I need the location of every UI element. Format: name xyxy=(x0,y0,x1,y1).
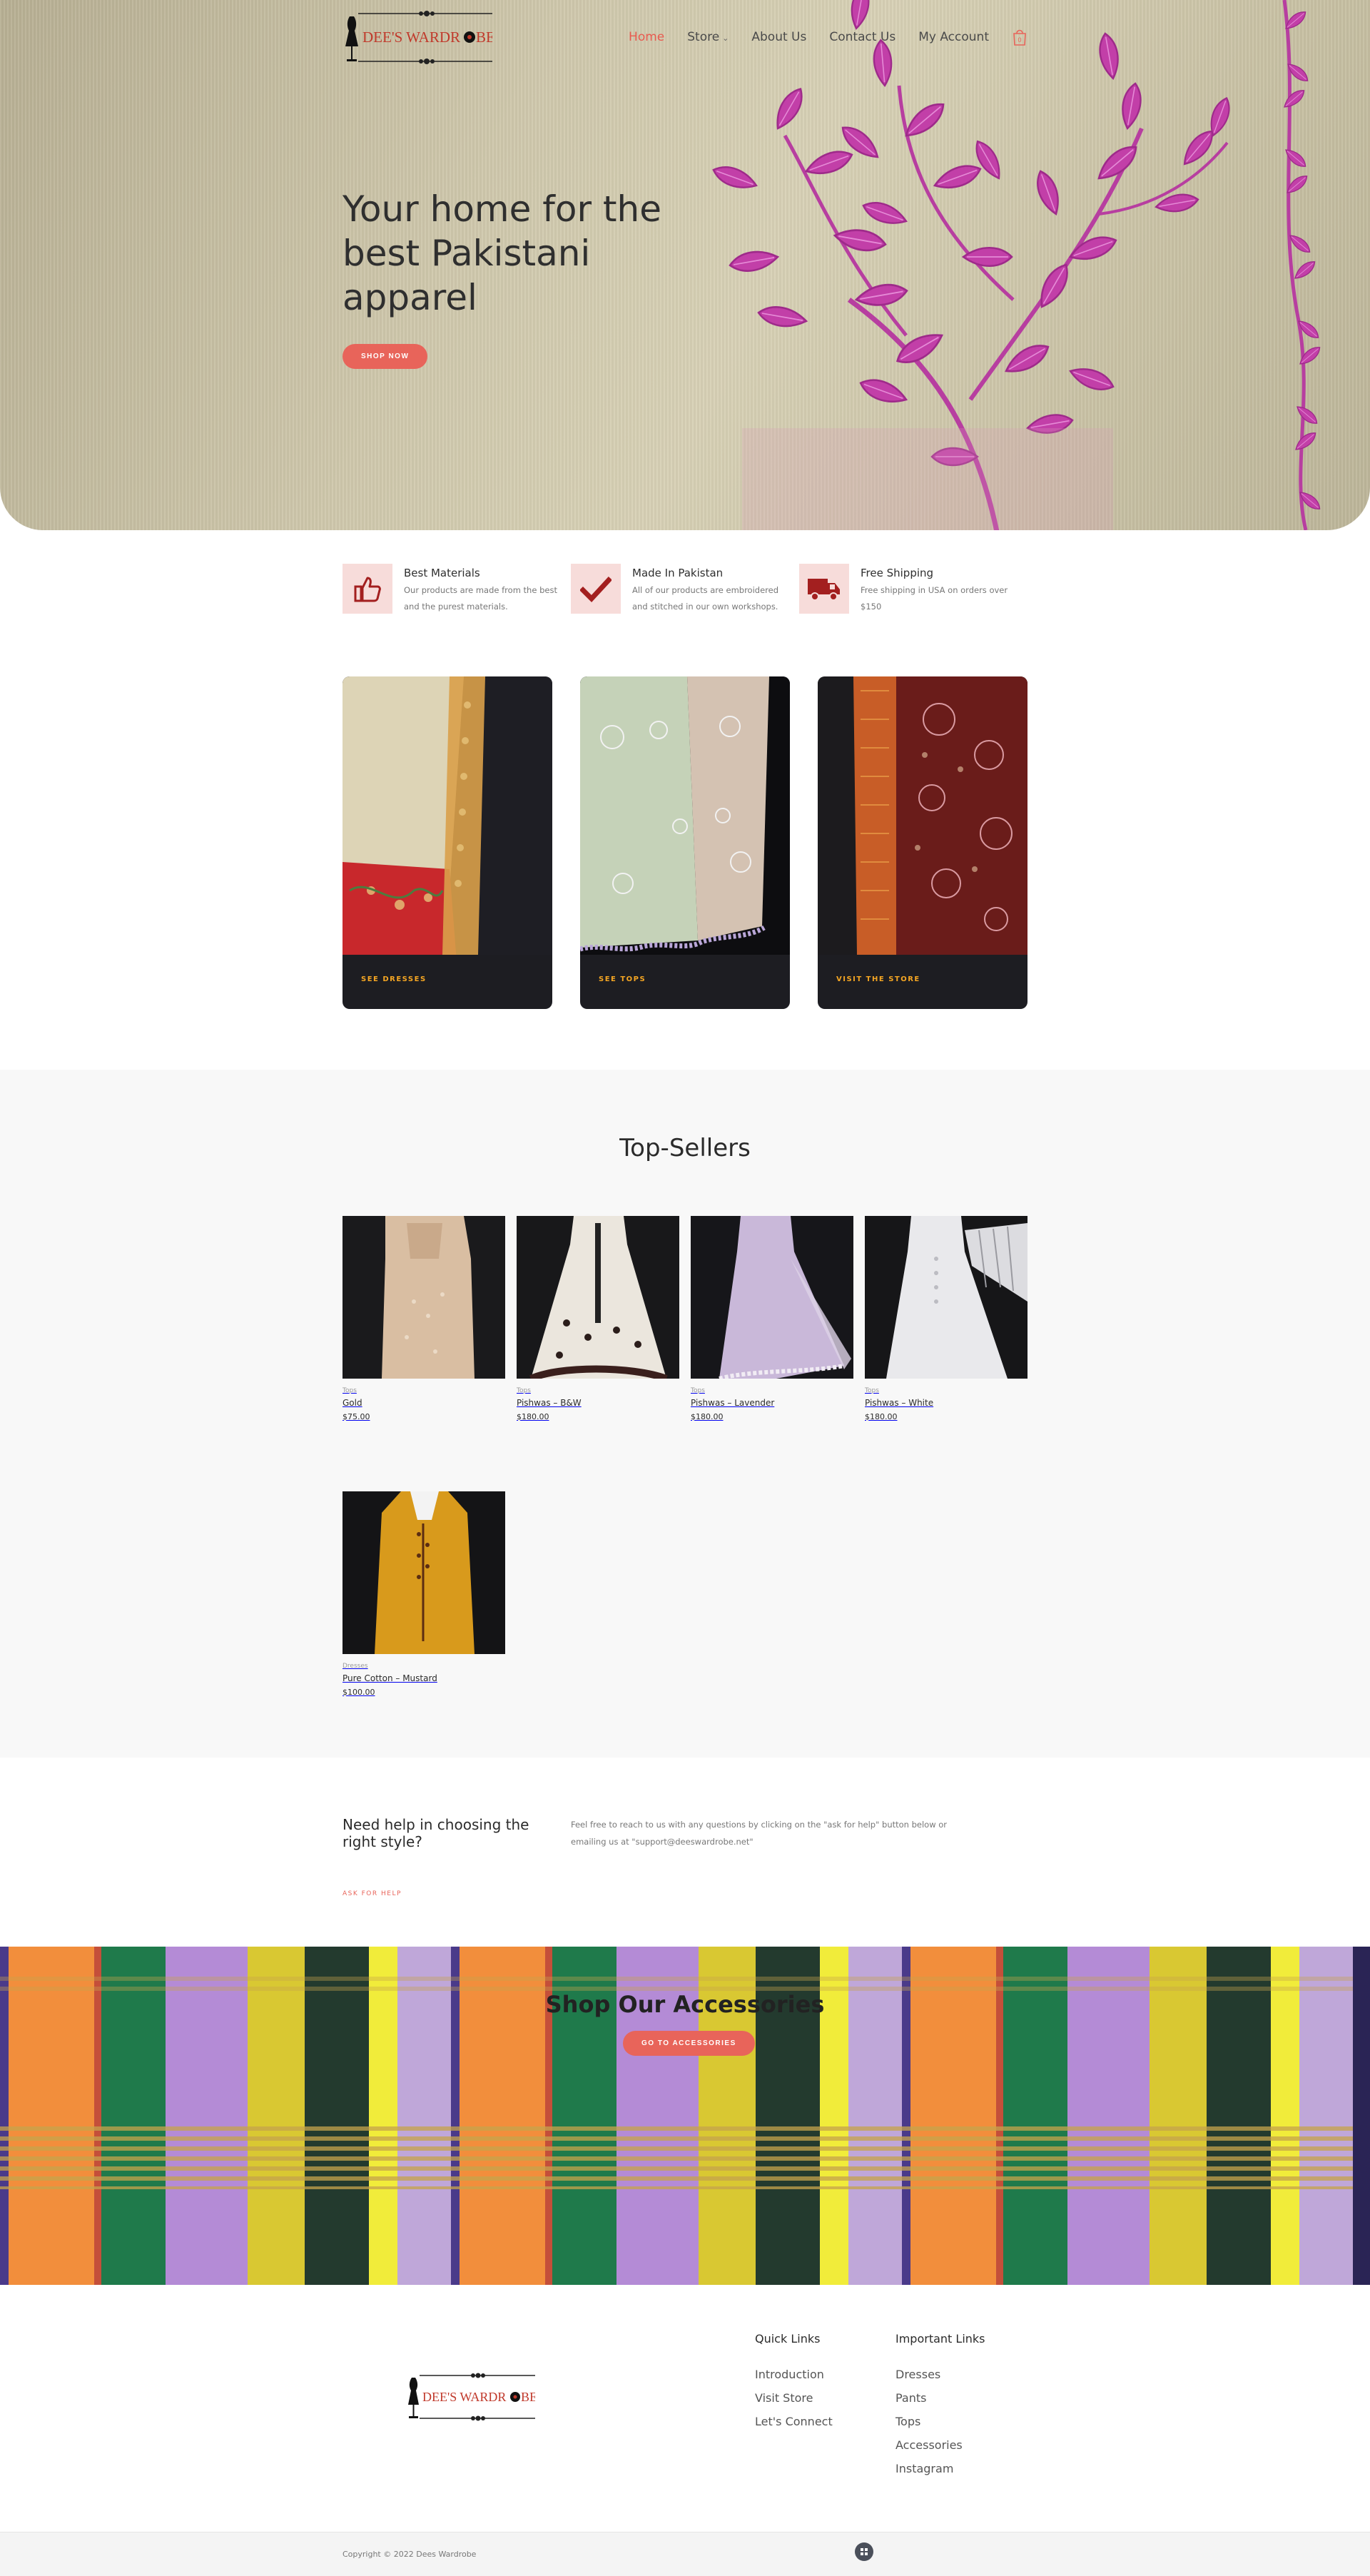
product-image xyxy=(342,1216,505,1379)
feature-free-shipping: Free Shipping Free shipping in USA on or… xyxy=(799,564,1028,615)
go-to-accessories-button[interactable]: Go to Accessories xyxy=(623,2031,755,2056)
accessories-banner: Shop Our Accessories Go to Accessories xyxy=(0,1947,1370,2285)
scroll-to-top-button[interactable] xyxy=(855,2542,873,2561)
features-row: Best Materials Our products are made fro… xyxy=(342,564,1028,615)
feature-desc: Free shipping in USA on orders over $150 xyxy=(861,585,1008,612)
hero-title: Your home for the best Pakistani apparel xyxy=(342,188,661,318)
product-price: $180.00 xyxy=(691,1412,724,1421)
product-price: $75.00 xyxy=(342,1412,370,1421)
accessories-title: Shop Our Accessories xyxy=(545,1991,825,2018)
footer-link-tops[interactable]: Tops xyxy=(895,2410,985,2433)
site-header: DEE'S WARDR BE Home Store ⌄ About Us Cont… xyxy=(342,0,1028,74)
brand-logo[interactable]: DEE'S WARDR BE xyxy=(342,6,492,68)
product-image xyxy=(517,1216,679,1379)
product-image xyxy=(865,1216,1028,1379)
feature-title: Free Shipping xyxy=(861,567,934,579)
hero-banner: DEE'S WARDR BE Home Store ⌄ About Us Cont… xyxy=(0,0,1370,530)
help-section: Need help in choosing the right style? F… xyxy=(0,1758,1370,1947)
footer-link-dresses[interactable]: Dresses xyxy=(895,2363,985,2386)
ask-for-help-link[interactable]: Ask for help xyxy=(342,1890,402,1897)
hero-content: Your home for the best Pakistani apparel… xyxy=(342,187,714,369)
product-name: Pishwas – Lavender xyxy=(691,1398,775,1408)
product-price: $180.00 xyxy=(865,1412,898,1421)
shop-now-button[interactable]: Shop Now xyxy=(342,344,428,369)
nav-home[interactable]: Home xyxy=(629,30,664,44)
grid-icon xyxy=(861,2548,868,2555)
embroidery-image xyxy=(709,0,1324,530)
site-footer: DEE'S WARDR BE Quick Links Introduction … xyxy=(0,2285,1370,2532)
nav-store[interactable]: Store ⌄ xyxy=(687,30,729,44)
footer-link-introduction[interactable]: Introduction xyxy=(755,2363,833,2386)
footer-link-lets-connect[interactable]: Let's Connect xyxy=(755,2410,833,2433)
copyright-text: Copyright © 2022 Dees Wardrobe xyxy=(342,2550,477,2559)
main-menu: Home Store ⌄ About Us Contact Us My Accou… xyxy=(629,28,1028,46)
product-name: Gold xyxy=(342,1398,362,1408)
shopping-bag-icon[interactable]: 0 xyxy=(1012,28,1028,46)
feature-title: Best Materials xyxy=(404,567,480,579)
product-price: $180.00 xyxy=(517,1412,549,1421)
product-category: Tops xyxy=(865,1387,879,1394)
footer-link-accessories[interactable]: Accessories xyxy=(895,2433,985,2457)
card-label: Visit the Store xyxy=(836,975,920,983)
product-card[interactable]: Tops Pishwas – Lavender $180.00 xyxy=(691,1216,853,1421)
delivery-truck-icon xyxy=(799,564,849,614)
card-label: See Dresses xyxy=(361,975,427,983)
nav-my-account[interactable]: My Account xyxy=(918,30,989,44)
product-category: Tops xyxy=(342,1387,357,1394)
svg-text:BE: BE xyxy=(521,2390,535,2404)
help-text: Feel free to reach to us with any questi… xyxy=(571,1820,948,1847)
feature-title: Made In Pakistan xyxy=(632,567,724,579)
product-grid: Tops Gold $75.00 Tops Pishwas – B&W $180… xyxy=(342,1216,1028,1697)
product-price: $100.00 xyxy=(342,1688,375,1697)
chevron-down-icon: ⌄ xyxy=(722,34,729,43)
product-card[interactable]: Dresses Pure Cotton – Mustard $100.00 xyxy=(342,1491,505,1697)
tops-image xyxy=(580,676,790,955)
checkmark-icon xyxy=(571,564,621,614)
dresses-image xyxy=(342,676,552,955)
product-card[interactable]: Tops Pishwas – White $180.00 xyxy=(865,1216,1028,1421)
footer-link-visit-store[interactable]: Visit Store xyxy=(755,2386,833,2410)
footer-logo[interactable]: DEE'S WARDR BE xyxy=(405,2369,535,2425)
cart-count: 0 xyxy=(1018,36,1021,44)
category-cards: See Dresses See Tops xyxy=(342,676,1028,1009)
feature-made-in-pakistan: Made In Pakistan All of our products are… xyxy=(571,564,799,615)
svg-text:DEE'S WARDR: DEE'S WARDR xyxy=(422,2390,506,2404)
product-name: Pure Cotton – Mustard xyxy=(342,1673,437,1683)
footer-link-instagram[interactable]: Instagram xyxy=(895,2457,985,2480)
section-title: Top-Sellers xyxy=(619,1134,751,1162)
quick-links: Quick Links Introduction Visit Store Let… xyxy=(755,2332,833,2433)
product-category: Tops xyxy=(691,1387,705,1394)
product-card[interactable]: Tops Gold $75.00 xyxy=(342,1216,505,1421)
feature-desc: Our products are made from the best and … xyxy=(404,585,557,612)
product-name: Pishwas – B&W xyxy=(517,1398,582,1408)
nav-contact-us[interactable]: Contact Us xyxy=(829,30,895,44)
product-name: Pishwas – White xyxy=(865,1398,934,1408)
product-category: Dresses xyxy=(342,1663,368,1670)
product-image xyxy=(342,1491,505,1654)
card-store[interactable]: Visit the Store xyxy=(818,676,1028,1009)
card-dresses[interactable]: See Dresses xyxy=(342,676,552,1009)
help-title: Need help in choosing the right style? xyxy=(342,1816,529,1850)
feature-desc: All of our products are embroidered and … xyxy=(632,585,779,612)
logo-text: DEE'S WARDR xyxy=(362,29,460,46)
card-label: See Tops xyxy=(599,975,646,983)
product-category: Tops xyxy=(517,1387,531,1394)
footer-link-pants[interactable]: Pants xyxy=(895,2386,985,2410)
store-image xyxy=(818,676,1028,955)
important-links: Important Links Dresses Pants Tops Acces… xyxy=(895,2332,985,2480)
top-sellers-section: Top-Sellers Tops Gold $75.00 Tops Pishwa… xyxy=(0,1070,1370,1758)
card-tops[interactable]: See Tops xyxy=(580,676,790,1009)
thumbs-up-icon xyxy=(342,564,392,614)
feature-best-materials: Best Materials Our products are made fro… xyxy=(342,564,571,615)
svg-text:BE: BE xyxy=(476,29,492,46)
nav-about-us[interactable]: About Us xyxy=(751,30,806,44)
important-links-title: Important Links xyxy=(895,2332,985,2346)
product-card[interactable]: Tops Pishwas – B&W $180.00 xyxy=(517,1216,679,1421)
quick-links-title: Quick Links xyxy=(755,2332,821,2346)
product-image xyxy=(691,1216,853,1379)
copyright-bar: Copyright © 2022 Dees Wardrobe xyxy=(0,2532,1370,2576)
